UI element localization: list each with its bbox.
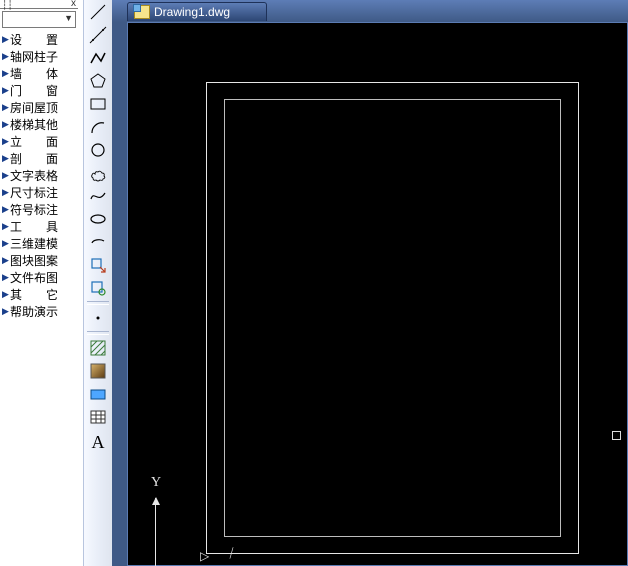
category-item[interactable]: ▶设 置	[0, 31, 78, 48]
insert-block-tool[interactable]	[86, 254, 110, 276]
expand-arrow-icon: ▶	[2, 272, 10, 283]
circle-tool[interactable]	[86, 139, 110, 161]
category-item-label: 其 它	[10, 286, 58, 303]
expand-arrow-icon: ▶	[2, 51, 10, 62]
category-item[interactable]: ▶文件布图	[0, 269, 78, 286]
draw-toolbar: A	[83, 0, 113, 566]
panel-close-button[interactable]: x	[71, 0, 76, 9]
construction-line-tool[interactable]	[86, 24, 110, 46]
category-item-label: 符号标注	[10, 201, 58, 218]
document-tabbar: Drawing1.dwg	[112, 0, 628, 22]
category-item-label: 文件布图	[10, 269, 58, 286]
expand-arrow-icon: ▶	[2, 102, 10, 113]
category-item-label: 剖 面	[10, 150, 58, 167]
category-item[interactable]: ▶帮助演示	[0, 303, 78, 320]
ucs-x-arrow-icon: ▷	[200, 549, 209, 563]
panel-header: ┆┆ x	[0, 0, 78, 9]
expand-arrow-icon: ▶	[2, 221, 10, 232]
category-item-label: 立 面	[10, 133, 58, 150]
hatch-tool[interactable]	[86, 337, 110, 359]
expand-arrow-icon: ▶	[2, 187, 10, 198]
point-tool[interactable]	[86, 307, 110, 329]
category-item-label: 设 置	[10, 31, 58, 48]
text-tool[interactable]: A	[86, 429, 110, 453]
line-tool[interactable]	[86, 1, 110, 23]
category-item[interactable]: ▶墙 体	[0, 65, 78, 82]
ucs-y-axis	[155, 498, 156, 566]
category-item-label: 图块图案	[10, 252, 58, 269]
category-item-label: 楼梯其他	[10, 116, 58, 133]
category-list: ▶设 置▶轴网柱子▶墙 体▶门 窗▶房间屋顶▶楼梯其他▶立 面▶剖 面▶文字表格…	[0, 31, 78, 320]
expand-arrow-icon: ▶	[2, 85, 10, 96]
ellipse-arc-tool[interactable]	[86, 231, 110, 253]
category-item[interactable]: ▶轴网柱子	[0, 48, 78, 65]
expand-arrow-icon: ▶	[2, 255, 10, 266]
spline-tool[interactable]	[86, 185, 110, 207]
expand-arrow-icon: ▶	[2, 170, 10, 181]
category-item[interactable]: ▶文字表格	[0, 167, 78, 184]
category-panel: ┆┆ x ▼ ▶设 置▶轴网柱子▶墙 体▶门 窗▶房间屋顶▶楼梯其他▶立 面▶剖…	[0, 0, 79, 566]
rectangle-tool[interactable]	[86, 93, 110, 115]
category-item-label: 尺寸标注	[10, 184, 58, 201]
panel-grip[interactable]: ┆┆	[2, 0, 13, 11]
category-item[interactable]: ▶图块图案	[0, 252, 78, 269]
chevron-down-icon: ▼	[64, 13, 73, 23]
category-item[interactable]: ▶其 它	[0, 286, 78, 303]
drawing-rect-inner	[224, 99, 561, 537]
category-item-label: 工 具	[10, 218, 58, 235]
category-item-label: 轴网柱子	[10, 48, 58, 65]
expand-arrow-icon: ▶	[2, 34, 10, 45]
category-dropdown[interactable]: ▼	[2, 11, 76, 28]
category-item[interactable]: ▶剖 面	[0, 150, 78, 167]
grip-handle[interactable]	[612, 431, 621, 440]
expand-arrow-icon: ▶	[2, 136, 10, 147]
document-tab[interactable]: Drawing1.dwg	[127, 2, 267, 21]
polyline-tool[interactable]	[86, 47, 110, 69]
document-area: Drawing1.dwg Y ▷ ⟋	[112, 0, 628, 566]
category-item[interactable]: ▶楼梯其他	[0, 116, 78, 133]
category-item[interactable]: ▶工 具	[0, 218, 78, 235]
expand-arrow-icon: ▶	[2, 238, 10, 249]
dwg-file-icon	[134, 5, 150, 19]
document-tab-title: Drawing1.dwg	[154, 5, 230, 19]
category-item-label: 墙 体	[10, 65, 58, 82]
toolbar-separator	[87, 331, 109, 335]
polygon-tool[interactable]	[86, 70, 110, 92]
category-item-label: 帮助演示	[10, 303, 58, 320]
expand-arrow-icon: ▶	[2, 153, 10, 164]
category-item[interactable]: ▶尺寸标注	[0, 184, 78, 201]
expand-arrow-icon: ▶	[2, 119, 10, 130]
category-item[interactable]: ▶门 窗	[0, 82, 78, 99]
ellipse-tool[interactable]	[86, 208, 110, 230]
region-tool[interactable]	[86, 383, 110, 405]
gradient-tool[interactable]	[86, 360, 110, 382]
expand-arrow-icon: ▶	[2, 289, 10, 300]
expand-arrow-icon: ▶	[2, 68, 10, 79]
category-item-label: 三维建模	[10, 235, 58, 252]
arc-tool[interactable]	[86, 116, 110, 138]
ucs-y-label: Y	[151, 475, 161, 491]
category-item[interactable]: ▶立 面	[0, 133, 78, 150]
revision-cloud-tool[interactable]	[86, 162, 110, 184]
category-item[interactable]: ▶房间屋顶	[0, 99, 78, 116]
drawing-canvas[interactable]: Y ▷ ⟋	[127, 22, 628, 566]
make-block-tool[interactable]	[86, 277, 110, 299]
category-item-label: 门 窗	[10, 82, 58, 99]
category-item-label: 房间屋顶	[10, 99, 58, 116]
category-item[interactable]: ▶三维建模	[0, 235, 78, 252]
expand-arrow-icon: ▶	[2, 306, 10, 317]
table-tool[interactable]	[86, 406, 110, 428]
category-item[interactable]: ▶符号标注	[0, 201, 78, 218]
category-item-label: 文字表格	[10, 167, 58, 184]
toolbar-separator	[87, 301, 109, 305]
expand-arrow-icon: ▶	[2, 204, 10, 215]
